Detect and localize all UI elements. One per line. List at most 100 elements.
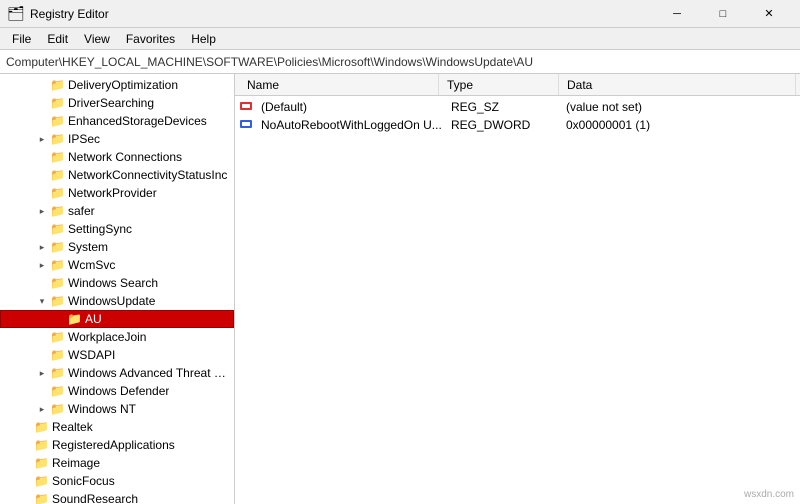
menu-item-edit[interactable]: Edit bbox=[39, 30, 76, 48]
minimize-button[interactable]: ─ bbox=[654, 0, 700, 28]
tree-item[interactable]: 📁Realtek bbox=[0, 418, 234, 436]
tree-label: IPSec bbox=[68, 132, 100, 146]
folder-icon: 📁 bbox=[50, 348, 66, 362]
tree-item[interactable]: ▸📁Windows NT bbox=[0, 400, 234, 418]
close-button[interactable]: ✕ bbox=[746, 0, 792, 28]
window-controls: ─ □ ✕ bbox=[654, 0, 792, 28]
tree-item[interactable]: 📁WorkplaceJoin bbox=[0, 328, 234, 346]
folder-icon: 📁 bbox=[34, 420, 50, 434]
entry-type: REG_DWORD bbox=[451, 118, 566, 132]
menu-bar: FileEditViewFavoritesHelp bbox=[0, 28, 800, 50]
tree-item[interactable]: 📁Windows Defender bbox=[0, 382, 234, 400]
tree-item[interactable]: ▸📁WcmSvc bbox=[0, 256, 234, 274]
tree-label: Windows Search bbox=[68, 276, 158, 290]
tree-item[interactable]: 📁DeliveryOptimization bbox=[0, 76, 234, 94]
tree-item[interactable]: 📁SoundResearch bbox=[0, 490, 234, 504]
tree-label: RegisteredApplications bbox=[52, 438, 175, 452]
folder-icon: 📁 bbox=[50, 276, 66, 290]
folder-icon: 📁 bbox=[34, 474, 50, 488]
tree-expander: ▸ bbox=[34, 242, 50, 253]
tree-pane: 📁DeliveryOptimization📁DriverSearching📁En… bbox=[0, 74, 235, 504]
registry-entries: (Default)REG_SZ(value not set)NoAutoRebo… bbox=[235, 96, 800, 504]
registry-entry-row[interactable]: NoAutoRebootWithLoggedOn U...REG_DWORD0x… bbox=[235, 116, 800, 134]
tree-item[interactable]: 📁NetworkProvider bbox=[0, 184, 234, 202]
tree-item[interactable]: ▸📁IPSec bbox=[0, 130, 234, 148]
column-headers: Name Type Data bbox=[235, 74, 800, 96]
folder-icon: 📁 bbox=[50, 222, 66, 236]
folder-icon: 📁 bbox=[50, 366, 66, 380]
col-header-data: Data bbox=[559, 74, 796, 95]
tree-expander: ▾ bbox=[34, 296, 50, 307]
app-icon: 🗂 bbox=[8, 6, 24, 22]
entry-type: REG_SZ bbox=[451, 100, 566, 114]
maximize-button[interactable]: □ bbox=[700, 0, 746, 28]
registry-entry-row[interactable]: (Default)REG_SZ(value not set) bbox=[235, 98, 800, 116]
tree-item[interactable]: 📁Network Connections bbox=[0, 148, 234, 166]
tree-item[interactable]: 📁SettingSync bbox=[0, 220, 234, 238]
entry-type-icon bbox=[239, 99, 257, 116]
tree-item[interactable]: ▸📁safer bbox=[0, 202, 234, 220]
folder-icon: 📁 bbox=[34, 492, 50, 504]
tree-label: Reimage bbox=[52, 456, 100, 470]
tree-label: WorkplaceJoin bbox=[68, 330, 146, 344]
main-area: 📁DeliveryOptimization📁DriverSearching📁En… bbox=[0, 74, 800, 504]
tree-item[interactable]: 📁SonicFocus bbox=[0, 472, 234, 490]
tree-item[interactable]: 📁EnhancedStorageDevices bbox=[0, 112, 234, 130]
tree-label: Network Connections bbox=[68, 150, 182, 164]
tree-label: WindowsUpdate bbox=[68, 294, 155, 308]
folder-icon: 📁 bbox=[67, 312, 83, 326]
folder-icon: 📁 bbox=[50, 294, 66, 308]
address-bar: Computer\HKEY_LOCAL_MACHINE\SOFTWARE\Pol… bbox=[0, 50, 800, 74]
entry-name: (Default) bbox=[261, 100, 451, 114]
tree-label: NetworkConnectivityStatusInc bbox=[68, 168, 227, 182]
tree-label: WcmSvc bbox=[68, 258, 115, 272]
title-bar: 🗂 Registry Editor ─ □ ✕ bbox=[0, 0, 800, 28]
window-title: Registry Editor bbox=[30, 7, 654, 21]
folder-icon: 📁 bbox=[34, 438, 50, 452]
folder-icon: 📁 bbox=[50, 78, 66, 92]
folder-icon: 📁 bbox=[34, 456, 50, 470]
folder-icon: 📁 bbox=[50, 96, 66, 110]
menu-item-file[interactable]: File bbox=[4, 30, 39, 48]
tree-item[interactable]: 📁NetworkConnectivityStatusInc bbox=[0, 166, 234, 184]
folder-icon: 📁 bbox=[50, 114, 66, 128]
folder-icon: 📁 bbox=[50, 240, 66, 254]
tree-expander: ▸ bbox=[34, 368, 50, 379]
tree-expander: ▸ bbox=[34, 260, 50, 271]
tree-label: Realtek bbox=[52, 420, 93, 434]
address-path: Computer\HKEY_LOCAL_MACHINE\SOFTWARE\Pol… bbox=[6, 55, 533, 69]
folder-icon: 📁 bbox=[50, 330, 66, 344]
tree-item[interactable]: 📁DriverSearching bbox=[0, 94, 234, 112]
tree-item[interactable]: ▸📁System bbox=[0, 238, 234, 256]
tree-label: SettingSync bbox=[68, 222, 132, 236]
tree-label: safer bbox=[68, 204, 95, 218]
folder-icon: 📁 bbox=[50, 132, 66, 146]
tree-item[interactable]: 📁WSDAPI bbox=[0, 346, 234, 364]
menu-item-help[interactable]: Help bbox=[183, 30, 224, 48]
tree-label: NetworkProvider bbox=[68, 186, 157, 200]
tree-item[interactable]: ▾📁WindowsUpdate bbox=[0, 292, 234, 310]
tree-expander: ▸ bbox=[34, 206, 50, 217]
tree-label: EnhancedStorageDevices bbox=[68, 114, 207, 128]
tree-item[interactable]: 📁RegisteredApplications bbox=[0, 436, 234, 454]
tree-item[interactable]: ▸📁Windows Advanced Threat Prote bbox=[0, 364, 234, 382]
tree-label: System bbox=[68, 240, 108, 254]
folder-icon: 📁 bbox=[50, 168, 66, 182]
tree-label: Windows Defender bbox=[68, 384, 169, 398]
tree-expander: ▸ bbox=[34, 404, 50, 415]
tree-label: Windows NT bbox=[68, 402, 136, 416]
watermark: wsxdn.com bbox=[744, 489, 794, 500]
folder-icon: 📁 bbox=[50, 258, 66, 272]
menu-item-favorites[interactable]: Favorites bbox=[118, 30, 183, 48]
tree-expander: ▸ bbox=[34, 134, 50, 145]
tree-item[interactable]: 📁AU bbox=[0, 310, 234, 328]
folder-icon: 📁 bbox=[50, 402, 66, 416]
entry-name: NoAutoRebootWithLoggedOn U... bbox=[261, 118, 451, 132]
tree-item[interactable]: 📁Windows Search bbox=[0, 274, 234, 292]
tree-label: SoundResearch bbox=[52, 492, 138, 504]
tree-item[interactable]: 📁Reimage bbox=[0, 454, 234, 472]
tree-label: SonicFocus bbox=[52, 474, 115, 488]
menu-item-view[interactable]: View bbox=[76, 30, 118, 48]
entry-data: 0x00000001 (1) bbox=[566, 118, 796, 132]
entry-data: (value not set) bbox=[566, 100, 796, 114]
